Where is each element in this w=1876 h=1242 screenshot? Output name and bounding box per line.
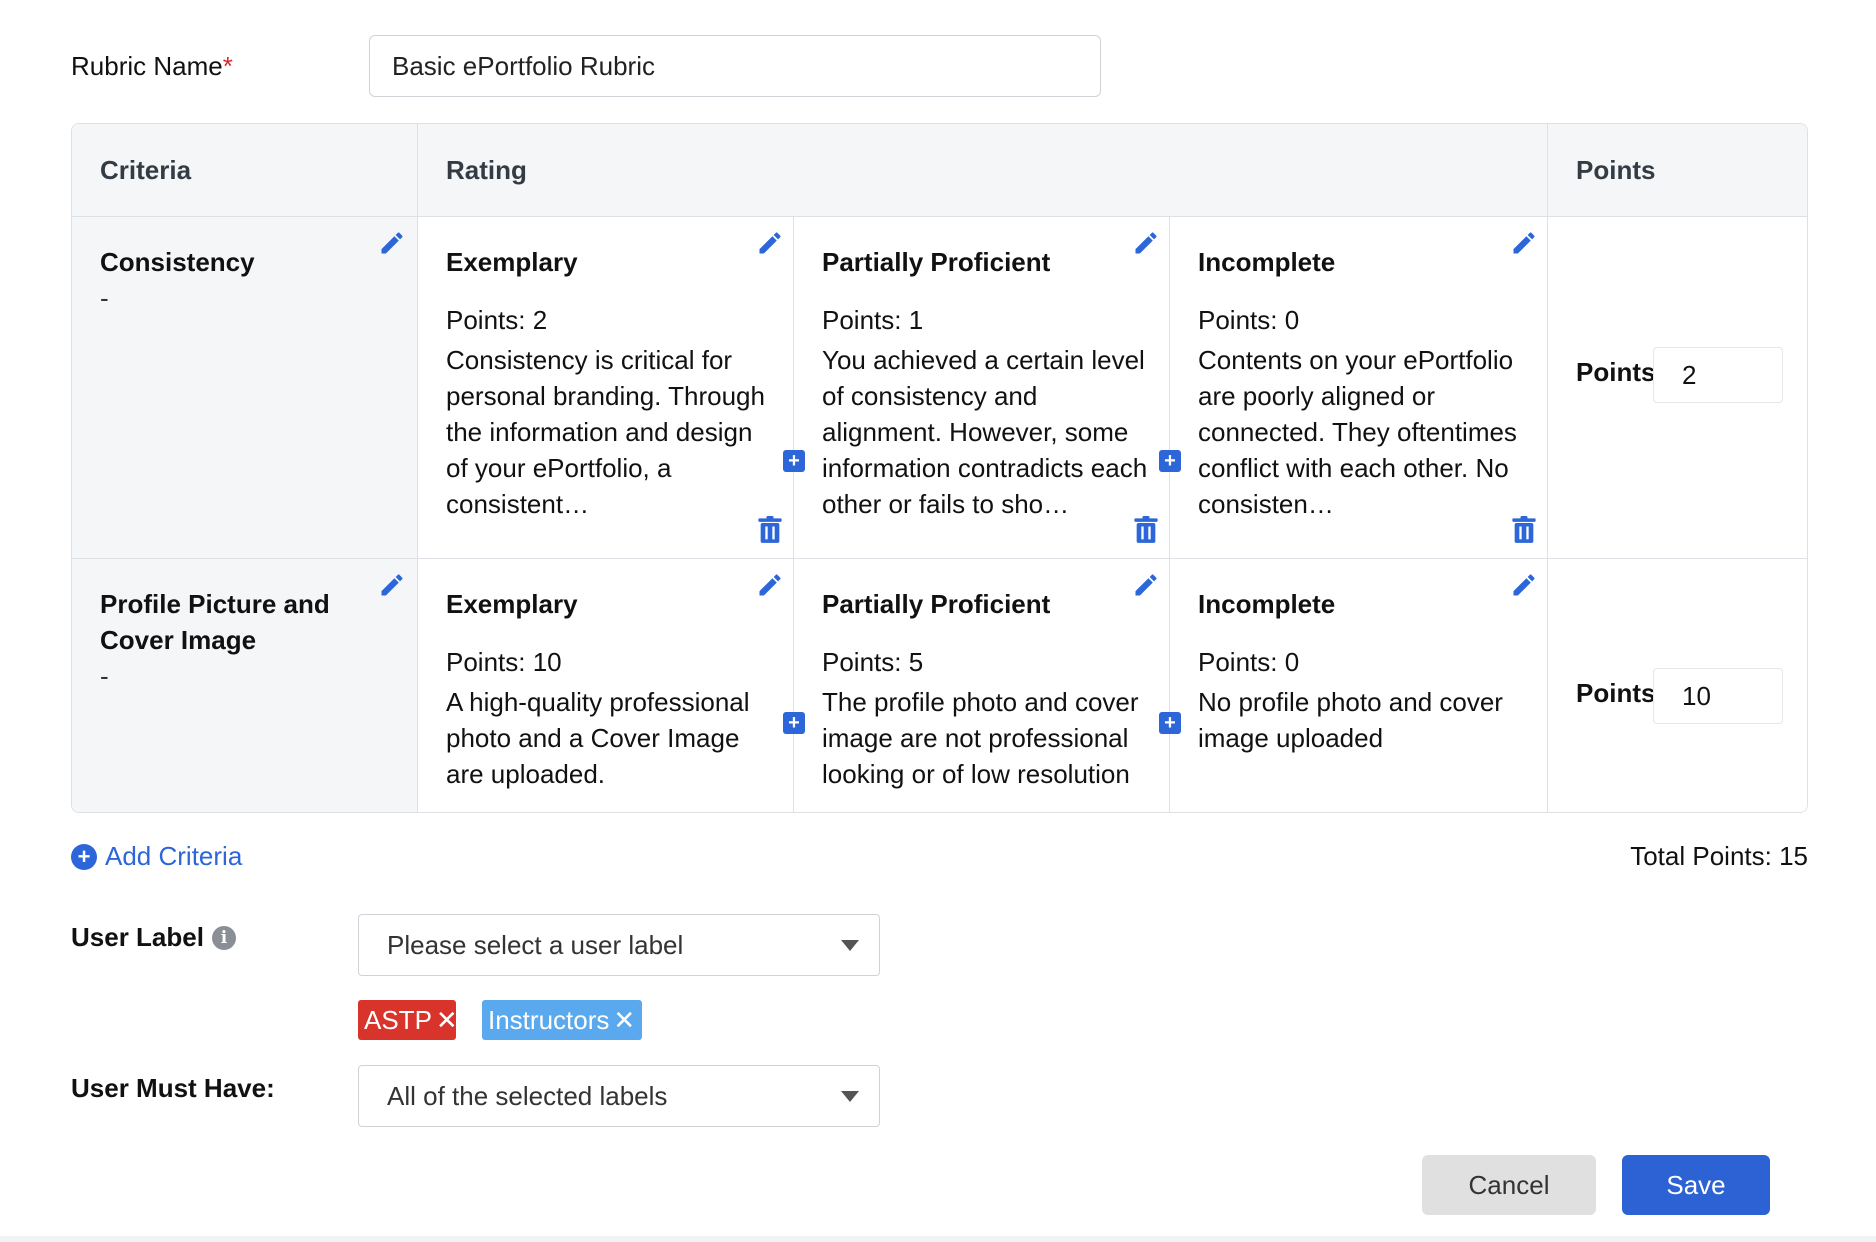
save-button[interactable]: Save (1622, 1155, 1770, 1215)
criterion-cell: Profile Picture and Cover Image - (72, 559, 418, 812)
user-label-heading: User Label i (71, 922, 236, 953)
add-rating-plus-icon[interactable]: + (783, 450, 805, 472)
add-criteria-button[interactable]: + Add Criteria (71, 841, 242, 872)
edit-rating-pencil-icon[interactable] (756, 229, 784, 257)
user-must-have-label: User Must Have: (71, 1073, 275, 1103)
rating-cell: Partially Proficient Points: 5 The profi… (794, 559, 1170, 812)
required-mark: * (222, 51, 233, 81)
tag-instructors: Instructors ✕ (482, 1000, 642, 1040)
points-input[interactable]: 2 (1653, 347, 1783, 403)
rating-cell: Incomplete Points: 0 Contents on your eP… (1170, 217, 1548, 558)
total-points: Total Points: 15 (1630, 841, 1808, 871)
rating-points: Points: 2 (446, 305, 548, 335)
rating-points: Points: 0 (1198, 647, 1300, 677)
rating-description: You achieved a certain level of consiste… (822, 345, 1148, 519)
edit-rating-pencil-icon[interactable] (1510, 229, 1538, 257)
user-must-have-value: All of the selected labels (387, 1081, 668, 1111)
delete-rating-trash-icon[interactable] (1512, 516, 1536, 544)
criterion-cell: Consistency - (72, 217, 418, 558)
rating-title: Exemplary (446, 589, 578, 619)
points-cell: Points 2 (1548, 217, 1807, 558)
criterion-description: - (100, 283, 109, 313)
user-label-text: User Label (71, 922, 204, 952)
user-must-have-select[interactable]: All of the selected labels (358, 1065, 880, 1127)
rating-points: Points: 1 (822, 305, 924, 335)
tag-label: ASTP (364, 1005, 432, 1035)
edit-rating-pencil-icon[interactable] (756, 571, 784, 599)
delete-rating-trash-icon[interactable] (1134, 516, 1158, 544)
rating-description: Consistency is critical for personal bra… (446, 345, 765, 519)
rubric-table: Criteria Rating Points Consistency - Exe… (71, 123, 1808, 813)
criterion-row: Consistency - Exemplary Points: 2 Consis… (72, 217, 1807, 559)
edit-rating-pencil-icon[interactable] (1132, 229, 1160, 257)
rating-cell: Exemplary Points: 10 A high-quality prof… (418, 559, 794, 812)
user-label-placeholder: Please select a user label (387, 930, 684, 960)
rating-points: Points: 10 (446, 647, 562, 677)
points-label: Points (1576, 678, 1656, 708)
remove-tag-close-icon[interactable]: ✕ (613, 1005, 635, 1035)
rating-points: Points: 5 (822, 647, 924, 677)
points-input[interactable]: 10 (1653, 668, 1783, 724)
points-cell: Points 10 (1548, 559, 1807, 812)
criterion-title: Consistency (100, 247, 255, 277)
rating-cell: Partially Proficient Points: 1 You achie… (794, 217, 1170, 558)
rating-cell: Incomplete Points: 0 No profile photo an… (1170, 559, 1548, 812)
rating-title: Incomplete (1198, 589, 1336, 619)
user-label-select[interactable]: Please select a user label (358, 914, 880, 976)
cancel-button[interactable]: Cancel (1422, 1155, 1596, 1215)
header-points: Points (1576, 155, 1656, 185)
delete-rating-trash-icon[interactable] (758, 516, 782, 544)
tag-label: Instructors (488, 1005, 610, 1035)
rubric-name-input[interactable] (369, 35, 1101, 97)
criterion-title: Profile Picture and Cover Image (100, 589, 330, 655)
edit-criterion-pencil-icon[interactable] (378, 571, 406, 599)
add-rating-plus-icon[interactable]: + (1159, 712, 1181, 734)
rubric-name-label: Rubric Name* (71, 51, 233, 82)
rating-cell: Exemplary Points: 2 Consistency is criti… (418, 217, 794, 558)
rating-title: Incomplete (1198, 247, 1336, 277)
rating-title: Partially Proficient (822, 247, 1051, 277)
rubric-name-row: Rubric Name* (71, 35, 1101, 97)
tag-astp: ASTP ✕ (358, 1000, 458, 1040)
info-icon[interactable]: i (211, 925, 236, 950)
points-label: Points (1576, 357, 1656, 387)
add-rating-plus-icon[interactable]: + (783, 712, 805, 734)
rating-description: Contents on your ePortfolio are poorly a… (1198, 345, 1517, 519)
rating-description: The profile photo and cover image are no… (822, 687, 1139, 789)
footer-divider (0, 1236, 1876, 1242)
edit-rating-pencil-icon[interactable] (1510, 571, 1538, 599)
criterion-row: Profile Picture and Cover Image - Exempl… (72, 559, 1807, 812)
dropdown-caret-icon (841, 1091, 859, 1102)
rubric-name-label-text: Rubric Name (71, 51, 223, 81)
header-rating: Rating (418, 124, 1548, 217)
add-rating-plus-icon[interactable]: + (1159, 450, 1181, 472)
rating-description: No profile photo and cover image uploade… (1198, 687, 1503, 753)
rating-description: A high-quality professional photo and a … (446, 687, 750, 789)
rubric-header: Criteria Rating Points (72, 124, 1807, 217)
remove-tag-close-icon[interactable]: ✕ (436, 1005, 458, 1035)
header-criteria: Criteria (72, 124, 418, 217)
rating-title: Exemplary (446, 247, 578, 277)
rating-title: Partially Proficient (822, 589, 1051, 619)
edit-rating-pencil-icon[interactable] (1132, 571, 1160, 599)
dropdown-caret-icon (841, 940, 859, 951)
criterion-description: - (100, 661, 109, 691)
plus-circle-icon: + (71, 843, 97, 870)
add-criteria-label: Add Criteria (105, 841, 243, 871)
edit-criterion-pencil-icon[interactable] (378, 229, 406, 257)
rating-points: Points: 0 (1198, 305, 1300, 335)
